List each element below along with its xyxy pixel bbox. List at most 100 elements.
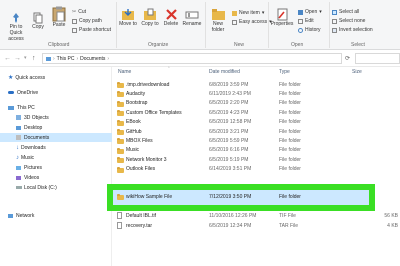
nav-item-this-pc[interactable]: This PC (0, 103, 112, 112)
table-row[interactable]: Audacity 6/11/2019 2:43 PM File folder (112, 89, 400, 98)
nav-item-desktop[interactable]: Desktop (0, 123, 112, 132)
download-icon: ↓ (16, 144, 19, 151)
delete-button[interactable]: Delete (162, 8, 180, 27)
nav-item-onedrive[interactable]: OneDrive (0, 88, 112, 97)
column-header-size[interactable]: Size (352, 67, 362, 77)
file-list: Name ˆ Date modified Type Size .tmp.driv… (112, 67, 400, 266)
column-header-name[interactable]: Name (118, 67, 131, 77)
computer-icon (46, 56, 51, 61)
folder-icon (117, 82, 124, 88)
invert-selection-icon (332, 27, 337, 33)
separator (205, 2, 206, 48)
select-group-label: Select (351, 42, 365, 48)
refresh-icon[interactable]: ⟳ (345, 55, 350, 62)
navigation-pane: ★ Quick access OneDrive This PC 3D Objec… (0, 67, 112, 266)
breadcrumb[interactable]: › This PC › Documents › (42, 53, 342, 64)
scissors-icon: ✂ (72, 9, 77, 15)
tif-file-icon (117, 212, 122, 219)
select-none-button[interactable]: Select none (332, 18, 365, 24)
edit-icon (298, 18, 303, 24)
paste-shortcut-button[interactable]: Paste shortcut (72, 27, 111, 33)
copy-button[interactable]: Copy (30, 12, 46, 30)
table-row[interactable]: GitHub 6/5/2019 3:21 PM File folder (112, 127, 400, 136)
nav-item-3d-objects[interactable]: 3D Objects (0, 113, 112, 122)
forward-arrow-icon[interactable]: → (14, 55, 21, 62)
new-item-button[interactable]: New item ▾ (232, 10, 264, 16)
select-all-button[interactable]: Select all (332, 9, 359, 15)
table-row[interactable]: recovery.tar 6/5/2019 12:34 PM TAR File 4 K… (112, 221, 400, 230)
table-row[interactable]: Network Monitor 3 6/5/2019 5:19 PM File fo… (112, 155, 400, 164)
new-folder-button[interactable]: New folder (207, 8, 229, 33)
new-group-label: New (234, 42, 245, 48)
breadcrumb-item[interactable]: Documents (80, 56, 105, 62)
nav-label: Network (16, 212, 35, 219)
cell-name: EBook (126, 119, 141, 126)
network-icon (8, 213, 13, 218)
nav-label: Desktop (24, 124, 43, 131)
nav-item-documents[interactable]: Documents (0, 133, 112, 142)
cell-date: 11/10/2016 12:26 PM (209, 212, 257, 219)
edit-label: Edit (305, 18, 314, 24)
paste-button[interactable]: Paste (50, 6, 68, 28)
invert-selection-button[interactable]: Invert selection (332, 27, 373, 33)
nav-item-quick-access[interactable]: ★ Quick access (0, 73, 112, 82)
cell-size: 56 KB (384, 212, 398, 219)
cell-type: File folder (279, 109, 301, 116)
table-row[interactable]: Bootstrap 6/5/2019 2:20 PM File folder (112, 99, 400, 108)
folder-icon (117, 138, 124, 145)
table-row[interactable]: Outlook Files 6/14/2019 3:51 PM File folde… (112, 165, 400, 174)
separator (116, 2, 117, 48)
cell-date: 6/5/2019 12:34 PM (209, 222, 252, 229)
cut-button[interactable]: ✂ Cut (72, 9, 86, 15)
table-row[interactable]: Default IBL.tif 11/10/2016 12:26 PM TIF Fi… (112, 211, 400, 220)
easy-access-label: Easy access (239, 19, 268, 25)
cube-icon (16, 115, 21, 120)
breadcrumb-item[interactable]: This PC (57, 56, 75, 62)
back-arrow-icon[interactable]: ← (4, 55, 11, 62)
properties-button[interactable]: Properties (268, 8, 296, 27)
folder-icon (117, 157, 124, 164)
pin-button[interactable]: Pin to Quick access (3, 12, 29, 42)
nav-item-music[interactable]: ♪ Music (0, 153, 112, 162)
table-row[interactable]: Custom Office Templates 6/5/2019 4:23 PM F… (112, 108, 400, 117)
new-folder-icon (211, 9, 225, 20)
cell-date: 6/14/2019 3:51 PM (209, 166, 252, 173)
nav-item-local-disk[interactable]: Local Disk (C:) (0, 183, 112, 192)
open-dropdown-label: Open (305, 9, 318, 15)
recent-chevron-icon[interactable]: ▾ (24, 55, 27, 61)
copy-path-button[interactable]: Copy path (72, 18, 102, 24)
table-row[interactable]: .tmp.drivedownload 6/8/2019 3:59 PM File f… (112, 80, 400, 89)
folder-icon (117, 100, 124, 107)
cell-date: 6/5/2019 4:23 PM (209, 109, 249, 116)
table-row[interactable]: EBook 6/5/2019 12:58 PM File folder (112, 118, 400, 127)
column-header-date[interactable]: Date modified (209, 67, 240, 77)
new-item-label: New item (239, 10, 260, 16)
column-header-type[interactable]: Type (279, 67, 290, 77)
copy-folder-icon (144, 8, 156, 20)
cell-date: 6/5/2019 12:58 PM (209, 119, 252, 126)
chevron-down-icon: ▾ (319, 9, 322, 15)
cell-name: MBOX Files (126, 138, 153, 145)
cell-date: 6/5/2019 5:59 PM (209, 138, 249, 145)
nav-item-downloads[interactable]: ↓ Downloads (0, 143, 112, 152)
rename-button[interactable]: Rename (182, 8, 202, 27)
easy-access-button[interactable]: Easy access ▾ (232, 19, 272, 25)
copy-path-label: Copy path (79, 18, 102, 24)
cell-type: File folder (279, 156, 301, 163)
search-box[interactable] (355, 53, 400, 64)
up-arrow-icon[interactable]: ↑ (32, 55, 36, 62)
cell-type: TIF File (279, 212, 296, 219)
cell-name: Bootstrap (126, 100, 148, 107)
nav-item-videos[interactable]: Videos (0, 173, 112, 182)
history-button[interactable]: History (298, 27, 321, 33)
table-row[interactable]: MBOX Files 6/5/2019 5:59 PM File folder (112, 136, 400, 145)
edit-button[interactable]: Edit (298, 18, 314, 24)
copy-to-button[interactable]: Copy to (140, 8, 160, 27)
open-icon (298, 9, 303, 15)
nav-item-pictures[interactable]: Pictures (0, 163, 112, 172)
highlighted-row[interactable]: wikiHow Sample File 7/12/2019 3:50 PM Fi… (107, 184, 375, 211)
nav-item-network[interactable]: Network (0, 211, 112, 220)
table-row[interactable]: Music 6/5/2019 6:16 PM File folder (112, 146, 400, 155)
move-to-button[interactable]: Move to (118, 8, 138, 27)
open-dropdown-button[interactable]: Open ▾ (298, 9, 322, 15)
